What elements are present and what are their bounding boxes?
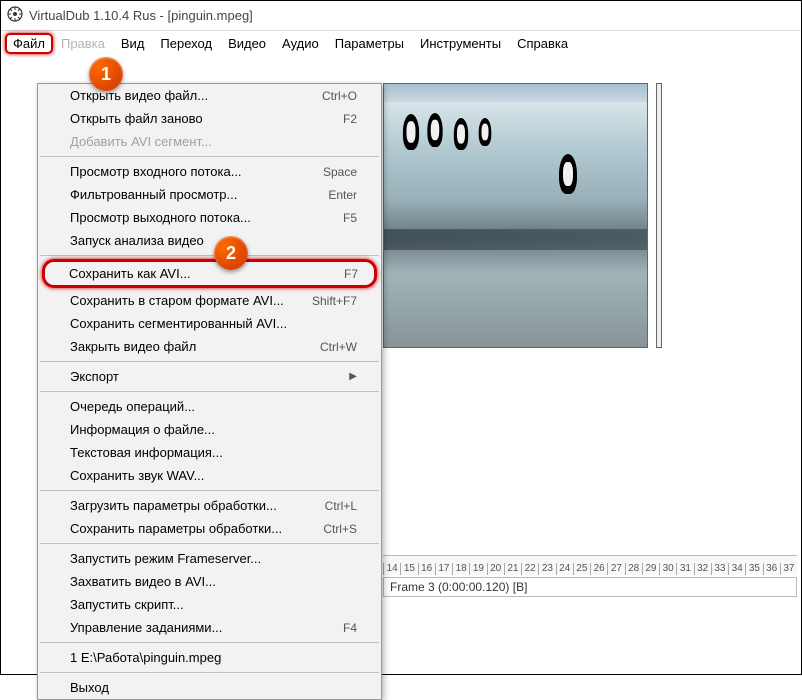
menu-edit[interactable]: Правка [53,34,113,53]
ruler-tick: 20 [487,563,504,575]
menu-separator [40,672,379,673]
menu-save-segmented-avi[interactable]: Сохранить сегментированный AVI... [38,312,381,335]
menu-save-old-avi[interactable]: Сохранить в старом формате AVI...Shift+F… [38,289,381,312]
ruler-tick: 29 [642,563,659,575]
annotation-badge-1: 1 [89,57,123,91]
menu-tools[interactable]: Инструменты [412,34,509,53]
ruler-tick: 28 [625,563,642,575]
menu-preview-filtered[interactable]: Фильтрованный просмотр...Enter [38,183,381,206]
ruler-tick: 16 [418,563,435,575]
ruler-tick: 37 [780,563,797,575]
ruler-tick: 30 [659,563,676,575]
ruler-tick: 34 [728,563,745,575]
submenu-arrow-icon: ▶ [349,371,357,382]
output-preview-pane[interactable] [656,83,662,348]
annotation-badge-2: 2 [214,236,248,270]
video-frame-content [384,84,647,347]
menu-separator [40,156,379,157]
menu-exit[interactable]: Выход [38,676,381,699]
ruler-tick: 24 [556,563,573,575]
menu-run-analysis[interactable]: Запуск анализа видео [38,229,381,252]
menu-goto[interactable]: Переход [152,34,220,53]
menu-reopen[interactable]: Открыть файл зановоF2 [38,107,381,130]
menu-preview-output[interactable]: Просмотр выходного потока...F5 [38,206,381,229]
menu-save-wav[interactable]: Сохранить звук WAV... [38,464,381,487]
menu-start-frameserver[interactable]: Запустить режим Frameserver... [38,547,381,570]
window-title: VirtualDub 1.10.4 Rus - [pinguin.mpeg] [29,8,253,23]
menu-queue[interactable]: Очередь операций... [38,395,381,418]
ruler-tick: 15 [400,563,417,575]
menu-close-video[interactable]: Закрыть видео файлCtrl+W [38,335,381,358]
file-menu-dropdown: Открыть видео файл...Ctrl+O Открыть файл… [37,83,382,700]
menu-save-as-avi[interactable]: Сохранить как AVI...F7 [42,259,377,288]
menu-recent-1[interactable]: 1 E:\Работа\pinguin.mpeg [38,646,381,669]
ruler-tick: 14 [383,563,400,575]
menu-file-info[interactable]: Информация о файле... [38,418,381,441]
menu-separator [40,391,379,392]
menu-load-processing[interactable]: Загрузить параметры обработки...Ctrl+L [38,494,381,517]
menu-capture-avi[interactable]: Захватить видео в AVI... [38,570,381,593]
ruler-tick: 19 [469,563,486,575]
menu-view[interactable]: Вид [113,34,153,53]
ruler-tick: 23 [538,563,555,575]
ruler-tick: 31 [676,563,693,575]
ruler-tick: 33 [711,563,728,575]
menu-file[interactable]: Файл [5,33,53,54]
ruler-tick: 25 [573,563,590,575]
ruler-tick: 35 [745,563,762,575]
menu-separator [40,490,379,491]
menubar: Файл Правка Вид Переход Видео Аудио Пара… [1,31,801,55]
ruler-tick: 27 [607,563,624,575]
menu-separator [40,255,379,256]
menu-separator [40,642,379,643]
menu-open-video[interactable]: Открыть видео файл...Ctrl+O [38,84,381,107]
ruler-tick: 36 [763,563,780,575]
ruler-tick: 17 [435,563,452,575]
frame-status-text: Frame 3 (0:00:00.120) [B] [390,580,527,594]
window-titlebar: VirtualDub 1.10.4 Rus - [pinguin.mpeg] [1,1,801,31]
ruler-tick: 18 [452,563,469,575]
video-preview-pane [383,83,663,363]
menu-text-info[interactable]: Текстовая информация... [38,441,381,464]
menu-audio[interactable]: Аудио [274,34,327,53]
menu-preview-input[interactable]: Просмотр входного потока...Space [38,160,381,183]
menu-job-control[interactable]: Управление заданиями...F4 [38,616,381,639]
menu-separator [40,361,379,362]
timeline-ruler[interactable]: 1415161718192021222324252627282930313233… [383,555,797,575]
ruler-tick: 22 [521,563,538,575]
menu-add-avi-segment: Добавить AVI сегмент... [38,130,381,153]
menu-save-processing[interactable]: Сохранить параметры обработки...Ctrl+S [38,517,381,540]
ruler-tick: 26 [590,563,607,575]
menu-separator [40,543,379,544]
menu-run-script[interactable]: Запустить скрипт... [38,593,381,616]
ruler-tick: 21 [504,563,521,575]
menu-export[interactable]: Экспорт▶ [38,365,381,388]
status-bar: Frame 3 (0:00:00.120) [B] [383,577,797,597]
app-icon [7,6,23,25]
menu-help[interactable]: Справка [509,34,576,53]
menu-video[interactable]: Видео [220,34,274,53]
ruler-tick: 32 [694,563,711,575]
menu-options[interactable]: Параметры [327,34,412,53]
video-preview[interactable] [383,83,648,348]
